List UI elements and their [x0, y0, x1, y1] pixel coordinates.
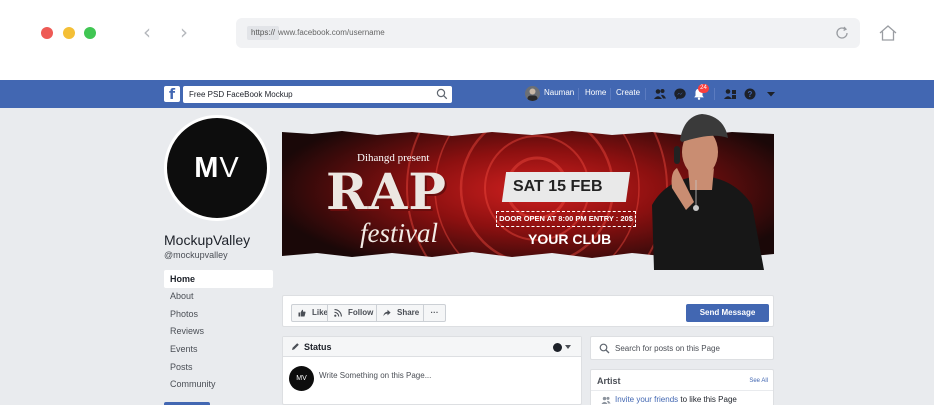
user-avatar[interactable] — [525, 86, 540, 101]
cover-headline: RAP — [326, 162, 447, 221]
maximize-window-button[interactable] — [84, 27, 96, 39]
composer-avatar: MV — [289, 366, 314, 391]
send-message-button[interactable]: Send Message — [686, 304, 769, 322]
create-link[interactable]: Create — [616, 88, 640, 97]
more-options-button[interactable]: ··· — [423, 304, 446, 322]
share-button[interactable]: Share — [376, 304, 424, 322]
divider — [610, 88, 611, 100]
sidebar-item-community[interactable]: Community — [164, 376, 273, 394]
see-all-link[interactable]: See All — [749, 378, 768, 384]
search-icon[interactable] — [436, 88, 448, 100]
address-bar[interactable]: https:// www.facebook.com/username — [236, 18, 860, 48]
sidebar-item-photos[interactable]: Photos — [164, 306, 273, 324]
page-posts-search-placeholder: Search for posts on this Page — [615, 344, 720, 353]
sidebar-item-home[interactable]: Home — [164, 270, 273, 288]
share-arrow-icon — [383, 309, 391, 317]
profile-picture[interactable]: MV — [164, 115, 270, 221]
friend-requests-icon[interactable] — [653, 87, 667, 101]
like-label: Like — [312, 308, 329, 317]
facebook-top-bar: f Nauman Home Create 24 ? — [0, 80, 934, 108]
audience-dropdown-caret-icon[interactable] — [565, 345, 571, 349]
page-title[interactable]: MockupValley — [164, 232, 250, 248]
page-action-bar: Like Follow Share ··· Send Message — [282, 295, 774, 327]
sidebar-list: About Photos Reviews Events Posts Commun… — [164, 288, 273, 394]
artist-card: Artist See All Invite your friends to li… — [590, 369, 774, 405]
page-sidebar: Home — [164, 270, 273, 288]
sidebar-item-reviews[interactable]: Reviews — [164, 323, 273, 341]
home-link[interactable]: Home — [585, 88, 606, 97]
thumbs-up-icon — [298, 309, 306, 317]
divider — [714, 88, 715, 100]
cover-door-info: DOOR OPEN AT 8:00 PM ENTRY : 20$ — [496, 211, 636, 227]
status-composer: Status MV Write Something on this Page..… — [282, 336, 582, 405]
rss-icon — [334, 309, 342, 317]
home-icon[interactable] — [878, 24, 898, 42]
sidebar-item-about[interactable]: About — [164, 288, 273, 306]
invite-friends-icon — [601, 396, 611, 404]
cover-date: SAT 15 FEB — [513, 178, 603, 195]
notification-count-badge: 24 — [698, 84, 709, 93]
cover-venue: YOUR CLUB — [528, 231, 612, 247]
account-menu-caret-icon[interactable] — [764, 87, 778, 101]
artist-heading: Artist — [597, 376, 621, 386]
reload-icon[interactable] — [834, 25, 850, 41]
search-icon — [599, 343, 610, 354]
url-text[interactable]: www.facebook.com/username — [278, 26, 385, 40]
forward-arrow-icon[interactable]: › — [180, 22, 188, 42]
pencil-icon — [292, 343, 299, 350]
invite-friends-link[interactable]: Invite your friends — [615, 395, 678, 404]
back-arrow-icon[interactable]: ‹ — [143, 22, 151, 42]
page-handle[interactable]: @mockupvalley — [164, 250, 228, 260]
sidebar-item-posts[interactable]: Posts — [164, 359, 273, 377]
page-logo: MV — [194, 152, 240, 184]
status-tab[interactable]: Status — [304, 342, 332, 352]
svg-text:?: ? — [748, 90, 753, 99]
help-icon[interactable]: ? — [743, 87, 757, 101]
like-button[interactable]: Like — [291, 304, 328, 322]
follow-label: Follow — [348, 308, 374, 317]
invite-friends-rest: to like this Page — [678, 395, 737, 404]
divider — [578, 88, 579, 100]
follow-button[interactable]: Follow — [327, 304, 377, 322]
status-header: Status — [283, 337, 581, 357]
invite-friends-text: Invite your friends to like this Page — [615, 395, 737, 404]
divider — [591, 390, 773, 391]
messenger-icon[interactable] — [673, 87, 687, 101]
page-people-icon[interactable] — [723, 87, 737, 101]
divider — [645, 88, 646, 100]
facebook-logo-icon[interactable]: f — [164, 86, 180, 102]
browser-chrome: ‹ › https:// www.facebook.com/username — [0, 0, 934, 80]
minimize-window-button[interactable] — [63, 27, 75, 39]
cover-subheadline: festival — [360, 218, 438, 248]
page-posts-search[interactable]: Search for posts on this Page — [590, 336, 774, 360]
audience-globe-icon[interactable] — [553, 343, 562, 352]
share-label: Share — [397, 308, 420, 317]
facebook-search-input[interactable] — [183, 86, 452, 103]
status-text-input[interactable]: Write Something on this Page... — [319, 371, 431, 380]
sidebar-item-events[interactable]: Events — [164, 341, 273, 359]
cover-photo[interactable]: Dihangd present RAP festival SAT 15 FEB … — [282, 110, 774, 270]
user-name-link[interactable]: Nauman — [544, 88, 574, 97]
url-protocol: https:// — [247, 26, 280, 40]
close-window-button[interactable] — [41, 27, 53, 39]
